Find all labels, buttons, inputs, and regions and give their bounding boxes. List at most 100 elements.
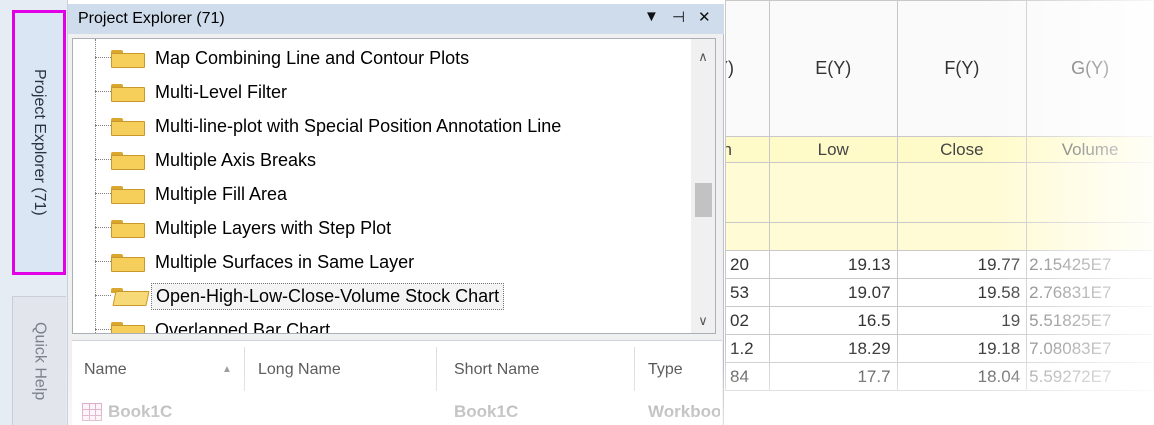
cell[interactable]: 5.51825E7 bbox=[1026, 306, 1154, 335]
folder-icon bbox=[111, 84, 145, 102]
project-explorer-panel: Project Explorer (71) ▼ ⊣ ✕ Map Combinin… bbox=[68, 4, 724, 425]
cell[interactable]: 19.13 bbox=[768, 250, 898, 279]
folder-tree[interactable]: Map Combining Line and Contour Plots Mult… bbox=[72, 38, 716, 334]
long-name-d[interactable]: High bbox=[725, 136, 770, 163]
cell[interactable] bbox=[896, 222, 1028, 251]
scroll-down-icon[interactable]: ∨ bbox=[691, 309, 715, 333]
column-divider[interactable] bbox=[436, 347, 437, 391]
scroll-thumb[interactable] bbox=[695, 183, 712, 217]
cell[interactable]: 2.76831E7 bbox=[1026, 278, 1154, 307]
long-name-e[interactable]: Low bbox=[768, 136, 898, 163]
column-header-type[interactable]: Type bbox=[648, 361, 683, 379]
tree-item[interactable]: Multi-line-plot with Special Position An… bbox=[73, 109, 693, 143]
cell[interactable]: 19.07 bbox=[768, 278, 898, 307]
tree-item[interactable]: Multiple Surfaces in Same Layer bbox=[73, 245, 693, 279]
cell[interactable]: 18.29 bbox=[768, 334, 898, 363]
tree-item[interactable]: Overlapped Bar Chart bbox=[73, 313, 693, 334]
cell[interactable]: 7.08083E7 bbox=[1026, 334, 1154, 363]
column-header-row: D(Y) E(Y) F(Y) G(Y) bbox=[725, 0, 1154, 137]
cell[interactable]: 16.5 bbox=[768, 306, 898, 335]
tree-item-label: Multi-line-plot with Special Position An… bbox=[155, 115, 562, 136]
list-header: Name ▲ Long Name Short Name Type bbox=[72, 341, 722, 395]
list-item-type: Workbook bbox=[648, 402, 720, 421]
cell[interactable] bbox=[725, 222, 770, 251]
cell[interactable]: 19.77 bbox=[896, 250, 1028, 279]
long-name-f[interactable]: Close bbox=[896, 136, 1028, 163]
data-row: 20 19.13 19.77 2.15425E7 bbox=[725, 250, 1154, 279]
cell[interactable]: 1.2 bbox=[725, 334, 770, 363]
tree-connector bbox=[95, 329, 111, 330]
folder-open-icon bbox=[111, 288, 150, 306]
tree-connector bbox=[95, 261, 111, 262]
folder-icon bbox=[111, 152, 145, 170]
sort-ascending-icon: ▲ bbox=[222, 364, 232, 375]
column-header-d[interactable]: D(Y) bbox=[725, 0, 770, 137]
cell[interactable]: 19.58 bbox=[896, 278, 1028, 307]
cell[interactable] bbox=[725, 162, 770, 223]
column-header-name[interactable]: Name bbox=[84, 361, 127, 379]
column-header-long-name[interactable]: Long Name bbox=[258, 361, 341, 379]
folder-icon bbox=[111, 220, 145, 238]
object-list-view[interactable]: Name ▲ Long Name Short Name Type Book1C … bbox=[72, 340, 722, 425]
cell[interactable]: 20 bbox=[725, 250, 770, 279]
column-divider[interactable] bbox=[244, 347, 245, 391]
tree-scrollbar[interactable]: ∧ ∨ bbox=[691, 39, 715, 333]
cell[interactable]: 2.15425E7 bbox=[1026, 250, 1154, 279]
tree-item[interactable]: Multiple Layers with Step Plot bbox=[73, 211, 693, 245]
column-header-f[interactable]: F(Y) bbox=[896, 0, 1028, 137]
pin-icon[interactable]: ⊣ bbox=[672, 8, 685, 26]
cell[interactable] bbox=[768, 162, 898, 223]
data-row: 1.2 18.29 19.18 7.08083E7 bbox=[725, 334, 1154, 363]
cell[interactable]: 17.7 bbox=[768, 362, 898, 391]
panel-title-bar: Project Explorer (71) ▼ ⊣ ✕ bbox=[68, 4, 724, 34]
tree-connector bbox=[95, 193, 111, 194]
cell[interactable]: 5.59272E7 bbox=[1026, 362, 1154, 391]
tree-connector bbox=[95, 159, 111, 160]
data-row: 84 17.7 18.04 5.59272E7 bbox=[725, 362, 1154, 391]
workbook-icon bbox=[82, 403, 102, 421]
list-item-short-name: Book1C bbox=[454, 402, 519, 421]
cell[interactable]: 02 bbox=[725, 306, 770, 335]
cell[interactable]: 53 bbox=[725, 278, 770, 307]
cell[interactable] bbox=[1026, 222, 1154, 251]
column-header-g[interactable]: G(Y) bbox=[1026, 0, 1154, 137]
tree-item-label: Multiple Layers with Step Plot bbox=[155, 217, 392, 238]
column-divider[interactable] bbox=[634, 347, 635, 391]
tree-item-label: Overlapped Bar Chart bbox=[155, 319, 331, 334]
column-header-short-name[interactable]: Short Name bbox=[454, 361, 539, 379]
data-row: 53 19.07 19.58 2.76831E7 bbox=[725, 278, 1154, 307]
dropdown-icon[interactable]: ▼ bbox=[644, 8, 659, 25]
folder-icon bbox=[111, 322, 145, 333]
tab-quick-help[interactable]: Quick Help bbox=[12, 296, 66, 425]
folder-icon bbox=[111, 118, 145, 136]
list-item-name: Book1C bbox=[108, 402, 173, 421]
cell[interactable] bbox=[768, 222, 898, 251]
side-tab-strip: Project Explorer (71) Quick Help bbox=[0, 0, 68, 425]
tree-item[interactable]: Multi-Level Filter bbox=[73, 75, 693, 109]
tree-item-label: Multiple Fill Area bbox=[155, 183, 288, 204]
tree-item[interactable]: Multiple Fill Area bbox=[73, 177, 693, 211]
cell[interactable] bbox=[896, 162, 1028, 223]
tree-connector bbox=[95, 125, 111, 126]
tab-project-explorer-label: Project Explorer (71) bbox=[31, 69, 48, 216]
cell[interactable]: 19.18 bbox=[896, 334, 1028, 363]
tab-project-explorer[interactable]: Project Explorer (71) bbox=[12, 10, 66, 275]
cell[interactable]: 84 bbox=[725, 362, 770, 391]
tab-quick-help-label: Quick Help bbox=[31, 321, 49, 401]
close-icon[interactable]: ✕ bbox=[698, 8, 711, 26]
cell[interactable]: 18.04 bbox=[896, 362, 1028, 391]
tree-item-label: Map Combining Line and Contour Plots bbox=[155, 47, 470, 68]
tree-connector bbox=[95, 91, 111, 92]
list-item[interactable]: Book1C Book1C Workbook bbox=[72, 399, 722, 425]
worksheet-table: D(Y) E(Y) F(Y) G(Y) High Low Close Volum… bbox=[725, 0, 1154, 391]
scroll-up-icon[interactable]: ∧ bbox=[691, 45, 715, 69]
tree-connector bbox=[95, 295, 111, 296]
tree-item[interactable]: Multiple Axis Breaks bbox=[73, 143, 693, 177]
tree-item[interactable]: Open-High-Low-Close-Volume Stock Chart bbox=[73, 279, 693, 313]
cell[interactable] bbox=[1026, 162, 1154, 223]
tree-connector bbox=[95, 57, 111, 58]
tree-item[interactable]: Map Combining Line and Contour Plots bbox=[73, 41, 693, 75]
cell[interactable]: 19 bbox=[896, 306, 1028, 335]
long-name-g[interactable]: Volume bbox=[1026, 136, 1154, 163]
column-header-e[interactable]: E(Y) bbox=[768, 0, 898, 137]
